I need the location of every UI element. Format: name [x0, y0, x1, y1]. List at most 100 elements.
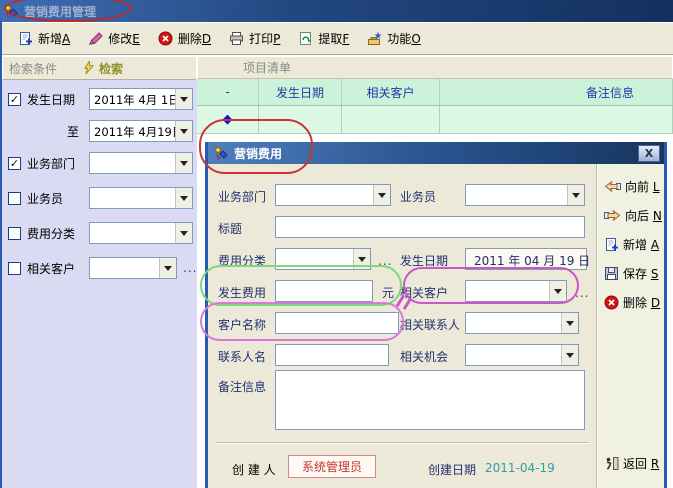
chevron-down-icon[interactable]	[567, 185, 584, 205]
dialog-sidebar: 向前 L 向后 N	[596, 164, 664, 488]
dialog-delete-button[interactable]: 删除 D	[604, 294, 660, 311]
app-pen-diamond-icon	[214, 146, 229, 161]
subject-input[interactable]	[275, 216, 585, 238]
save-button[interactable]: 保存 S	[604, 265, 658, 282]
date-to-label: 至	[27, 123, 89, 140]
cell-note	[440, 106, 673, 133]
toolbar-add-button[interactable]: 新增A	[14, 27, 74, 50]
customer-more-button[interactable]: ...	[183, 261, 197, 275]
edit-pencil-icon	[88, 31, 103, 46]
row-marker-diamond-icon: ◆	[223, 112, 233, 127]
amount-input[interactable]	[275, 280, 373, 302]
category-label: 费用分类	[218, 252, 266, 269]
salesman-select[interactable]	[89, 187, 193, 209]
column-header-marker: -	[197, 79, 259, 105]
search-button[interactable]: 检索	[83, 60, 123, 77]
filter-row-salesman: 业务员	[8, 187, 193, 209]
date-value[interactable]: 2011 年 04 月 19 日	[465, 248, 587, 270]
related-customer-more-button[interactable]: ...	[575, 286, 589, 300]
category-filter-checkbox[interactable]	[8, 227, 21, 240]
footer-separator	[216, 442, 588, 444]
date-filter-checkbox[interactable]: ✓	[8, 93, 21, 106]
department-filter-label: 业务部门	[27, 155, 89, 172]
hand-point-left-icon	[604, 180, 621, 193]
customer-name-input[interactable]	[275, 312, 399, 334]
return-button[interactable]: 返回 R	[604, 455, 659, 472]
category-more-button[interactable]: ...	[378, 254, 392, 268]
filter-row-date-from: ✓ 发生日期 2011年 4月 1日	[8, 88, 193, 110]
toolbar-extract-button[interactable]: 提取F	[294, 27, 353, 50]
related-customer-label: 相关客户	[400, 284, 448, 301]
chevron-down-icon[interactable]	[549, 281, 566, 301]
related-customer-select[interactable]	[465, 280, 567, 302]
department-filter-checkbox[interactable]: ✓	[8, 157, 21, 170]
dialog-titlebar: 营销费用 X	[208, 142, 664, 164]
salesman-filter-label: 业务员	[27, 190, 89, 207]
related-opportunity-select[interactable]	[465, 344, 579, 366]
customer-filter-checkbox[interactable]	[8, 262, 21, 275]
salesman-filter-checkbox[interactable]	[8, 192, 21, 205]
printer-icon	[229, 31, 244, 46]
dialog-add-button[interactable]: 新增 A	[604, 236, 659, 253]
customer-select[interactable]	[89, 257, 177, 279]
toolbar-delete-button[interactable]: 删除D	[154, 27, 215, 50]
date-to-select[interactable]: 2011年 4月19日	[89, 120, 193, 142]
chevron-down-icon[interactable]	[561, 313, 578, 333]
chevron-down-icon[interactable]	[373, 185, 390, 205]
category-select[interactable]	[89, 222, 193, 244]
related-contact-select[interactable]	[465, 312, 579, 334]
previous-button[interactable]: 向前 L	[604, 178, 660, 195]
delete-circle-icon	[158, 31, 173, 46]
amount-label: 发生费用	[218, 284, 266, 301]
floppy-save-icon	[604, 266, 619, 281]
date-filter-label: 发生日期	[27, 91, 89, 108]
chevron-down-icon[interactable]	[175, 121, 192, 141]
search-conditions-label: 检索条件	[9, 60, 57, 77]
dept-label: 业务部门	[218, 188, 266, 205]
customer-filter-label: 相关客户	[27, 260, 89, 277]
dept-select[interactable]	[275, 184, 391, 206]
dialog-title: 营销费用	[234, 145, 638, 162]
main-titlebar: 营销费用管理	[0, 0, 673, 22]
contact-name-label: 联系人名	[218, 348, 266, 365]
chevron-down-icon[interactable]	[353, 249, 370, 269]
remark-textarea[interactable]	[275, 370, 585, 430]
filter-row-department: ✓ 业务部门	[8, 152, 193, 174]
department-select[interactable]	[89, 152, 193, 174]
chevron-down-icon[interactable]	[159, 258, 176, 278]
cell-date	[259, 106, 342, 133]
next-button[interactable]: 向后 N	[604, 207, 662, 224]
related-opportunity-label: 相关机会	[400, 348, 448, 365]
date-from-select[interactable]: 2011年 4月 1日	[89, 88, 193, 110]
app-window: 营销费用管理 新增A 修改E	[0, 0, 673, 488]
creator-value-badge: 系统管理员	[288, 455, 376, 478]
category-select[interactable]	[275, 248, 371, 270]
extract-icon	[298, 31, 313, 46]
filter-row-customer: 相关客户 ...	[8, 257, 197, 279]
salesman-select[interactable]	[465, 184, 585, 206]
remark-label: 备注信息	[218, 378, 266, 395]
category-filter-label: 费用分类	[27, 225, 89, 242]
cell-customer	[342, 106, 440, 133]
close-icon[interactable]: X	[638, 145, 660, 162]
toolbar-function-button[interactable]: 功能O	[363, 27, 424, 50]
hand-point-right-icon	[604, 209, 621, 222]
chevron-down-icon[interactable]	[175, 188, 192, 208]
column-header-customer: 相关客户	[342, 79, 440, 105]
lightning-icon	[83, 61, 95, 75]
function-icon	[367, 31, 382, 46]
window-title: 营销费用管理	[24, 3, 96, 20]
date-label: 发生日期	[400, 252, 448, 269]
search-panel-header: 检索条件 检索	[2, 56, 197, 80]
column-header-note: 备注信息	[440, 79, 673, 105]
related-contact-label: 相关联系人	[400, 316, 460, 333]
dialog-body: 业务部门 业务员 标题 费用分类 ... 发生日期 2011 年 04 月 19…	[208, 164, 664, 488]
chevron-down-icon[interactable]	[175, 223, 192, 243]
chevron-down-icon[interactable]	[175, 153, 192, 173]
chevron-down-icon[interactable]	[561, 345, 578, 365]
toolbar-print-button[interactable]: 打印P	[225, 27, 284, 50]
contact-name-input[interactable]	[275, 344, 389, 366]
table-row[interactable]: ◆	[197, 106, 673, 134]
chevron-down-icon[interactable]	[175, 89, 192, 109]
toolbar-edit-button[interactable]: 修改E	[84, 27, 144, 50]
